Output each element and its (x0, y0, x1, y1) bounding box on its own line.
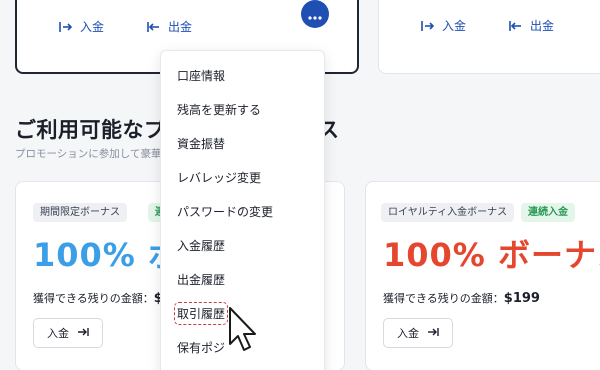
deposit-arrow-icon (421, 20, 435, 32)
deposit-button-label: 入金 (47, 327, 69, 340)
withdraw-arrow-icon (509, 20, 523, 32)
section-subtitle: プロモーションに参加して豪華 (15, 148, 162, 160)
withdraw-label: 出金 (168, 20, 193, 34)
more-options-button[interactable] (301, 0, 329, 28)
promo-tag: ロイヤルティ入金ボーナス (381, 203, 515, 222)
promo-tag: 期間限定ボーナス (33, 203, 127, 222)
promo-card: ロイヤルティ入金ボーナス 連続入金 100% ボーナス 獲得できる残りの金額：$… (365, 181, 600, 370)
deposit-arrow-icon (427, 327, 439, 340)
menu-item-deposit-history[interactable]: 入金履歴 (177, 237, 225, 254)
mouse-pointer-icon (228, 306, 260, 360)
deposit-link[interactable]: 入金 (421, 17, 466, 34)
withdraw-link[interactable]: 出金 (509, 17, 554, 34)
menu-item-open-positions[interactable]: 保有ポジ (177, 339, 225, 356)
remaining-value: $199 (503, 291, 540, 306)
menu-item-account-info[interactable]: 口座情報 (177, 67, 225, 84)
promo-tag-secondary: 連続入金 (521, 203, 575, 222)
menu-item-withdrawal-history[interactable]: 出金履歴 (177, 271, 225, 288)
deposit-arrow-icon (59, 21, 73, 33)
menu-item-change-password[interactable]: パスワードの変更 (177, 203, 273, 220)
account-card: 入金 出金 (378, 0, 600, 74)
withdraw-link[interactable]: 出金 (147, 18, 192, 35)
remaining-amount: 獲得できる残りの金額：$199 (383, 290, 540, 306)
section-title-text: ご利用可能なプ (15, 118, 166, 142)
bonus-headline: 100% ボ (33, 236, 182, 274)
remaining-amount: 獲得できる残りの金額：$5 (33, 290, 172, 306)
deposit-label: 入金 (442, 19, 467, 33)
deposit-link[interactable]: 入金 (59, 18, 104, 35)
deposit-arrow-icon (77, 327, 89, 340)
more-dots-icon (308, 5, 322, 24)
remaining-label: 獲得できる残りの金額： (33, 292, 154, 305)
menu-item-change-leverage[interactable]: レバレッジ変更 (177, 169, 261, 186)
withdraw-arrow-icon (147, 21, 161, 33)
deposit-button[interactable]: 入金 (33, 318, 103, 348)
deposit-button-label: 入金 (397, 327, 419, 340)
bonus-headline: 100% ボーナス (383, 236, 600, 274)
menu-item-refresh-balance[interactable]: 残高を更新する (177, 101, 261, 118)
menu-item-trade-history[interactable]: 取引履歴 (173, 302, 229, 325)
section-title: ご利用可能なプ (15, 114, 166, 144)
withdraw-label: 出金 (530, 19, 555, 33)
remaining-label: 獲得できる残りの金額： (383, 292, 504, 305)
deposit-button[interactable]: 入金 (383, 318, 453, 348)
deposit-label: 入金 (80, 20, 105, 34)
menu-item-fund-transfer[interactable]: 資金振替 (177, 135, 225, 152)
